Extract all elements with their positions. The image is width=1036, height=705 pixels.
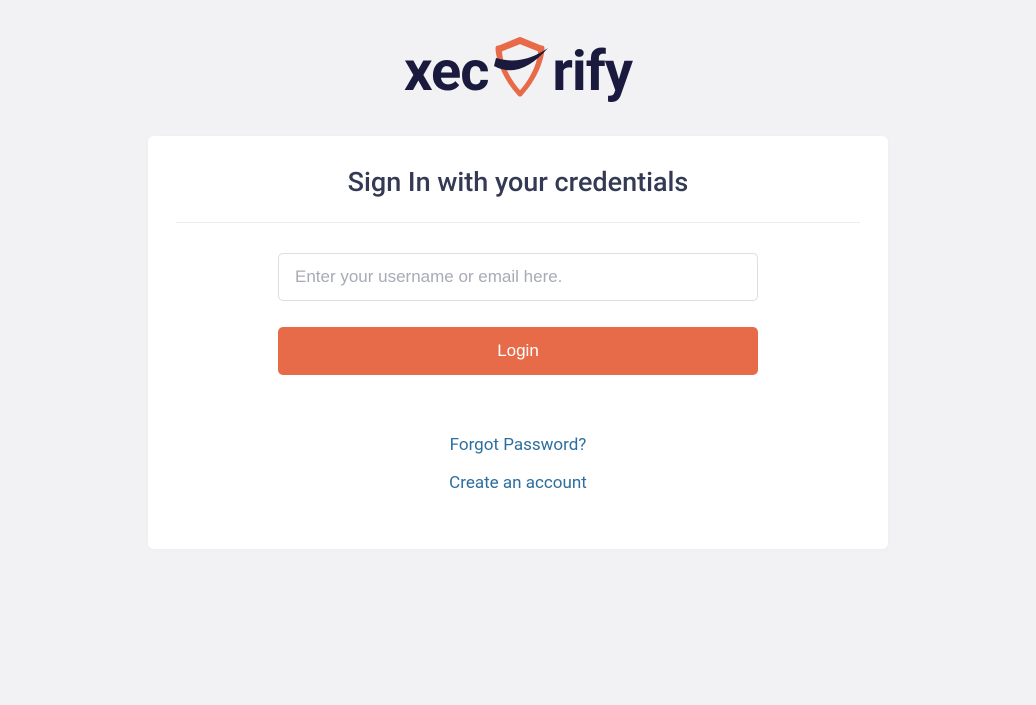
- brand-text-right: rify: [552, 38, 632, 104]
- login-form: Login: [278, 253, 758, 375]
- divider: [176, 222, 860, 223]
- brand-logo: xec rify: [404, 38, 632, 104]
- login-button[interactable]: Login: [278, 327, 758, 375]
- forgot-password-link[interactable]: Forgot Password?: [450, 435, 587, 455]
- brand-logo-inner: xec rify: [404, 38, 632, 104]
- card-title: Sign In with your credentials: [348, 166, 689, 198]
- login-page: xec rify Sign In with your credentials L…: [0, 0, 1036, 549]
- create-account-link[interactable]: Create an account: [449, 473, 587, 493]
- brand-text-left: xec: [404, 38, 488, 104]
- username-input[interactable]: [278, 253, 758, 301]
- auth-links: Forgot Password? Create an account: [449, 435, 587, 493]
- login-card: Sign In with your credentials Login Forg…: [148, 136, 888, 549]
- shield-check-icon: [492, 36, 548, 100]
